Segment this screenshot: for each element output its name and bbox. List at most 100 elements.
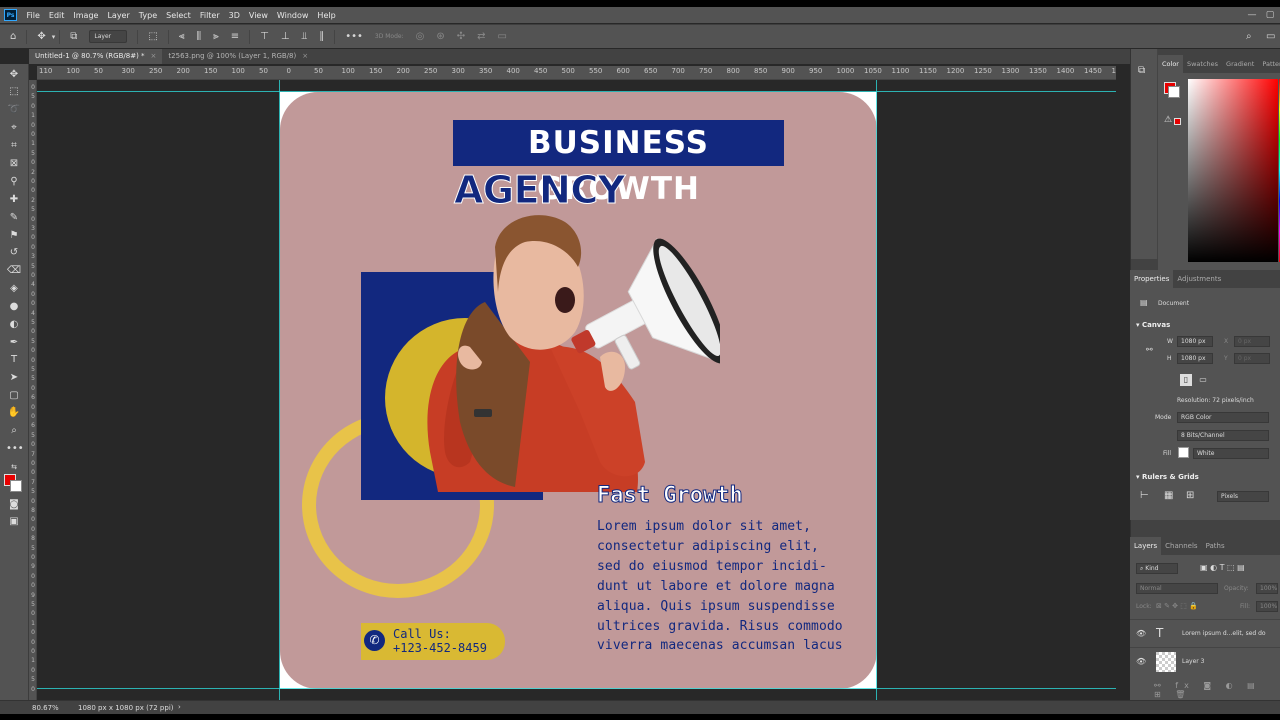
tab-swatches[interactable]: Swatches xyxy=(1183,55,1222,73)
fill-swatch[interactable] xyxy=(1178,447,1189,458)
layer-kind-filter[interactable]: ⌕ Kind xyxy=(1136,563,1178,574)
guide-line[interactable] xyxy=(876,80,877,700)
menu-type[interactable]: Type xyxy=(134,11,161,20)
tab-patterns[interactable]: Patterns xyxy=(1258,55,1280,73)
rulers-grids-header[interactable]: ▾ Rulers & Grids xyxy=(1136,469,1199,485)
maximize-icon[interactable]: ▢ xyxy=(1260,7,1280,23)
bit-depth-select[interactable]: 8 Bits/Channel xyxy=(1177,430,1269,441)
menu-image[interactable]: Image xyxy=(69,11,103,20)
move-tool-icon[interactable]: ✥ xyxy=(31,25,51,49)
tab-gradient[interactable]: Gradient xyxy=(1222,55,1258,73)
eraser-tool-icon[interactable]: ⌫ xyxy=(6,264,22,278)
width-field[interactable]: 1080 px xyxy=(1177,336,1213,347)
history-panel-icon[interactable]: ⧉ xyxy=(1138,65,1145,76)
landscape-orientation-icon[interactable]: ▭ xyxy=(1197,374,1209,386)
canvas-area[interactable]: BUSINESS GROWTH AGENCY Fast Growth Lorem… xyxy=(37,80,1116,700)
lock-icons[interactable]: ⊠ ✎ ✥ ⬚ 🔒 xyxy=(1156,602,1198,610)
layer-fill-field[interactable]: 100% xyxy=(1256,601,1278,612)
menu-help[interactable]: Help xyxy=(313,11,340,20)
more-options-icon[interactable]: ••• xyxy=(339,25,369,49)
menu-window[interactable]: Window xyxy=(272,11,313,20)
tab-paths[interactable]: Paths xyxy=(1202,537,1229,555)
workspace-icon[interactable]: ▭ xyxy=(1260,25,1280,49)
home-icon[interactable]: ⌂ xyxy=(0,25,22,49)
height-field[interactable]: 1080 px xyxy=(1177,353,1213,364)
crop-tool-icon[interactable]: ⌗ xyxy=(6,139,22,153)
frame-tool-icon[interactable]: ⊠ xyxy=(6,157,22,171)
grid-icon[interactable]: ▦ xyxy=(1164,490,1173,501)
zoom-level[interactable]: 80.67% xyxy=(32,704,59,712)
blend-mode-select[interactable]: Normal xyxy=(1136,583,1218,594)
menu-layer[interactable]: Layer xyxy=(103,11,134,20)
swap-colors-icon[interactable]: ⇆ xyxy=(6,460,22,474)
blur-tool-icon[interactable]: ● xyxy=(6,300,22,314)
menu-edit[interactable]: Edit xyxy=(44,11,69,20)
paint-bucket-tool-icon[interactable]: ◈ xyxy=(6,282,22,296)
link-icon[interactable]: ⚯ xyxy=(1146,345,1153,354)
tab-t2563[interactable]: t2563.png @ 100% (Layer 1, RGB/8) × xyxy=(162,49,314,64)
eye-icon[interactable]: 👁 xyxy=(1136,629,1146,638)
chevron-down-icon[interactable]: ▾ xyxy=(52,25,56,49)
more-tools-icon[interactable]: ••• xyxy=(6,442,24,456)
background-color-swatch[interactable] xyxy=(10,480,22,492)
tab-adjustments[interactable]: Adjustments xyxy=(1173,270,1225,288)
align-right-icon[interactable]: ⫸ xyxy=(207,25,225,49)
menu-filter[interactable]: Filter xyxy=(195,11,224,20)
align-left-icon[interactable]: ⫷ xyxy=(173,25,191,49)
quick-select-tool-icon[interactable]: ⌖ xyxy=(6,121,22,135)
tab-untitled-1[interactable]: Untitled-1 @ 80.7% (RGB/8#) * × xyxy=(29,49,163,64)
chevron-right-icon[interactable]: › xyxy=(178,703,181,711)
menu-view[interactable]: View xyxy=(244,11,272,20)
gamut-swatch[interactable] xyxy=(1174,118,1181,125)
zoom-tool-icon[interactable]: ⌕ xyxy=(6,424,22,438)
mode-select[interactable]: RGB Color xyxy=(1177,412,1269,423)
close-icon[interactable]: × xyxy=(151,52,157,60)
search-icon[interactable]: ⌕ xyxy=(1240,25,1258,49)
align-top-icon[interactable]: ⊤ xyxy=(254,25,275,49)
lasso-tool-icon[interactable]: ➰ xyxy=(6,103,22,117)
color-picker-field[interactable] xyxy=(1188,79,1278,262)
history-brush-tool-icon[interactable]: ↺ xyxy=(6,246,22,260)
pen-tool-icon[interactable]: ✒ xyxy=(6,336,22,350)
eyedropper-tool-icon[interactable]: ⚲ xyxy=(6,175,22,189)
background-color-swatch[interactable] xyxy=(1168,86,1180,98)
distribute-vertical-icon[interactable]: ∥ xyxy=(313,25,330,49)
tab-color[interactable]: Color xyxy=(1158,55,1183,73)
auto-select-icon[interactable]: ⧉ xyxy=(64,25,83,49)
layer-filter-icons[interactable]: ▣ ◐ T ⬚ ▤ xyxy=(1200,563,1245,572)
align-bottom-icon[interactable]: ⫫ xyxy=(296,25,314,49)
align-middle-icon[interactable]: ⊥ xyxy=(275,25,296,49)
move-tool-icon[interactable]: ✥ xyxy=(6,68,22,82)
tab-layers[interactable]: Layers xyxy=(1130,537,1162,555)
close-icon[interactable]: × xyxy=(302,52,308,60)
align-center-icon[interactable]: ⫼ xyxy=(191,25,208,49)
distribute-icon[interactable]: ≡ xyxy=(225,25,245,49)
marquee-tool-icon[interactable]: ⬚ xyxy=(6,85,22,99)
fill-select[interactable]: White xyxy=(1193,448,1269,459)
hand-tool-icon[interactable]: ✋ xyxy=(6,406,22,420)
guide-line[interactable] xyxy=(37,688,1116,689)
menu-3d[interactable]: 3D xyxy=(224,11,244,20)
guide-line[interactable] xyxy=(279,80,280,700)
ruler-units-select[interactable]: Pixels xyxy=(1217,491,1269,502)
canvas-section-header[interactable]: ▾ Canvas xyxy=(1136,317,1170,333)
menu-select[interactable]: Select xyxy=(162,11,196,20)
quick-mask-icon[interactable]: ◙ xyxy=(6,498,22,512)
layer-row-text[interactable]: 👁 T Lorem ipsum d...elit, sed do xyxy=(1130,619,1280,647)
type-tool-icon[interactable]: T xyxy=(6,353,22,367)
layer-actions-icons[interactable]: ⚯ fx ◙ ◐ ▤ ⊞ 🗑 xyxy=(1154,681,1280,699)
rectangle-tool-icon[interactable]: ▢ xyxy=(6,389,22,403)
portrait-orientation-icon[interactable]: ▯ xyxy=(1180,374,1192,386)
guide-line[interactable] xyxy=(37,91,1116,92)
tab-properties[interactable]: Properties xyxy=(1130,270,1174,288)
ruler-icon[interactable]: ⊢ xyxy=(1140,490,1149,501)
opacity-field[interactable]: 100% xyxy=(1256,583,1278,594)
brush-tool-icon[interactable]: ✎ xyxy=(6,211,22,225)
path-select-tool-icon[interactable]: ➤ xyxy=(6,371,22,385)
healing-brush-tool-icon[interactable]: ✚ xyxy=(6,193,22,207)
dodge-tool-icon[interactable]: ◐ xyxy=(6,318,22,332)
layer-select-dropdown[interactable]: Layer xyxy=(89,30,128,43)
document-canvas[interactable]: BUSINESS GROWTH AGENCY Fast Growth Lorem… xyxy=(280,92,877,689)
clone-stamp-tool-icon[interactable]: ⚑ xyxy=(6,229,22,243)
tab-channels[interactable]: Channels xyxy=(1161,537,1201,555)
